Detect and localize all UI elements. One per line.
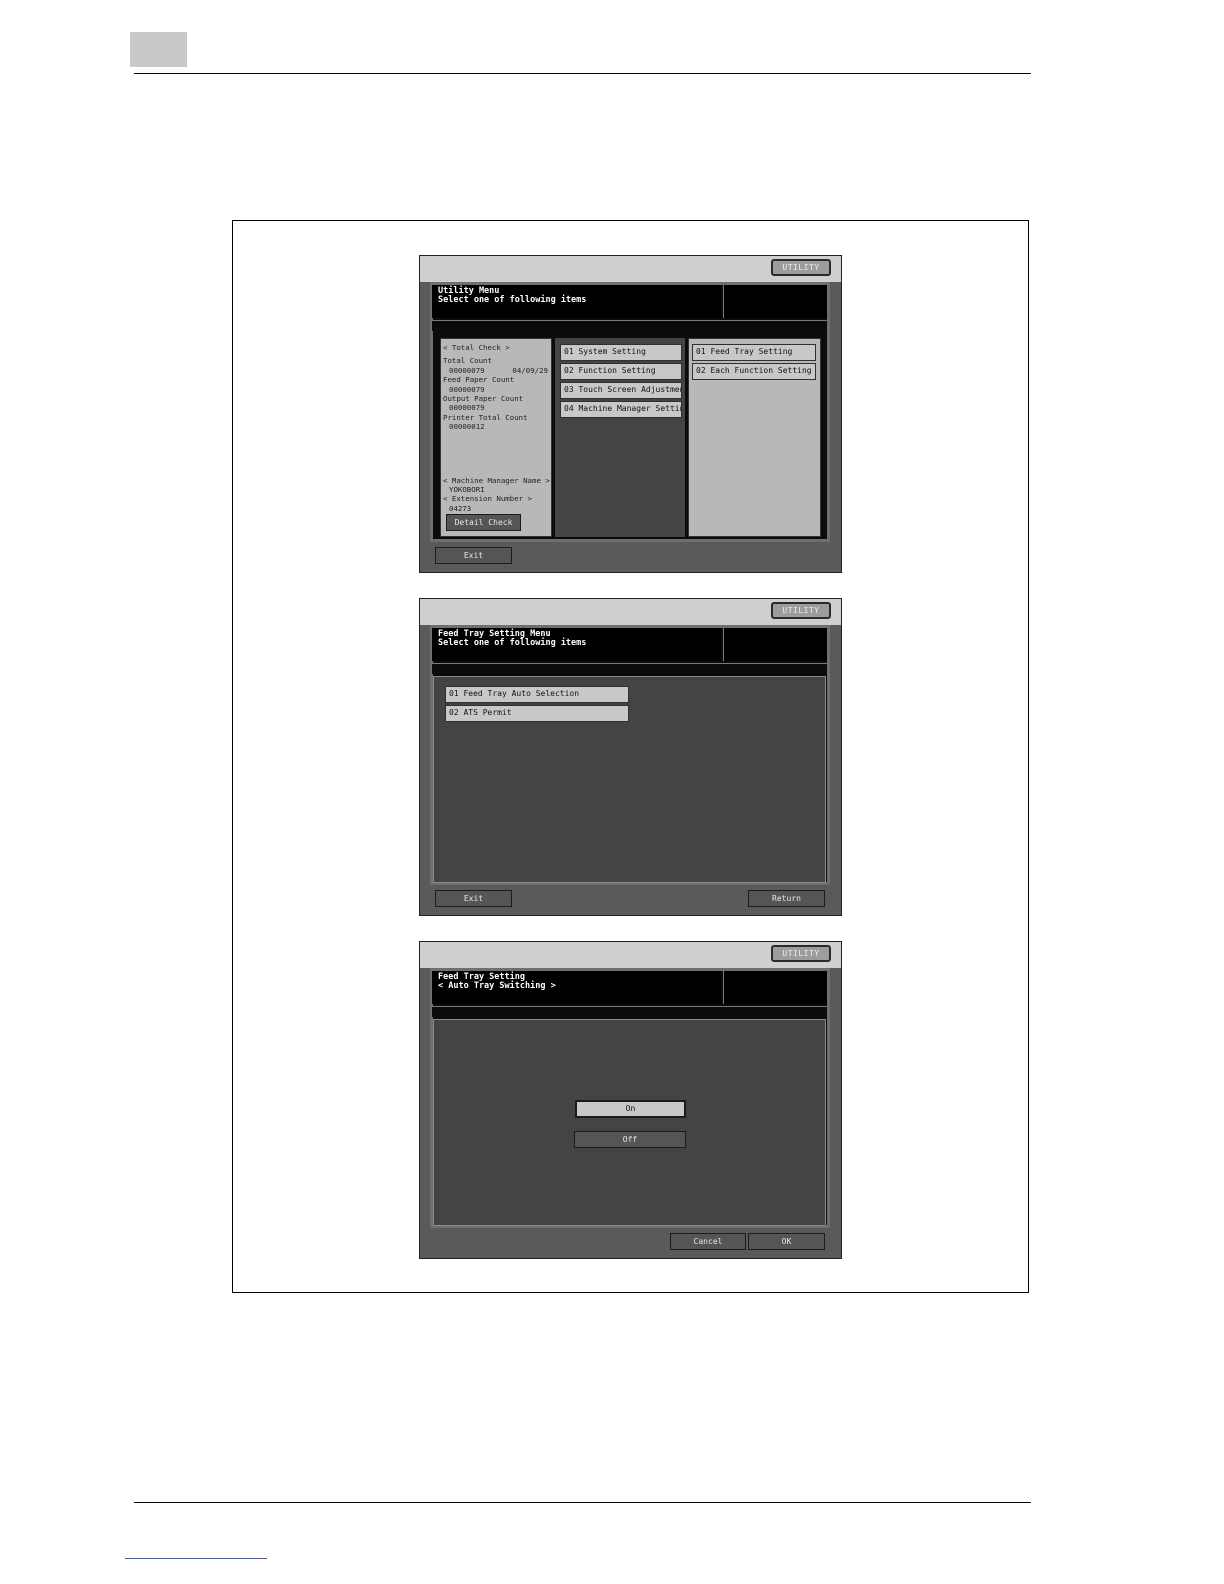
option-on-button[interactable]: On xyxy=(575,1100,686,1118)
title-line-2: Select one of following items xyxy=(438,638,587,648)
output-paper-count-value: 00000079 xyxy=(449,403,485,413)
message-band xyxy=(432,663,827,674)
count-date: 04/09/29 xyxy=(512,365,548,375)
total-count-label: Total Count xyxy=(443,356,492,366)
printer-total-count-value: 00000012 xyxy=(449,422,485,432)
feed-paper-count-value: 00000079 xyxy=(449,384,485,394)
title-corner-box xyxy=(723,285,827,318)
header-rule xyxy=(134,73,1031,74)
printer-total-count-label: Printer Total Count xyxy=(443,412,528,422)
cancel-button[interactable]: Cancel xyxy=(670,1233,746,1250)
detail-check-button[interactable]: Detail Check xyxy=(446,514,521,531)
menu-item-feed-tray-auto-selection[interactable]: 01 Feed Tray Auto Selection xyxy=(445,686,629,703)
title-corner-box xyxy=(723,628,827,661)
utility-button[interactable]: UTILITY xyxy=(771,602,831,619)
utility-button[interactable]: UTILITY xyxy=(771,259,831,276)
return-button[interactable]: Return xyxy=(748,890,825,907)
feed-tray-setting-menu-screen: UTILITY Feed Tray Setting Menu Select on… xyxy=(419,598,842,916)
ok-button[interactable]: OK xyxy=(748,1233,825,1250)
exit-button[interactable]: Exit xyxy=(435,547,512,564)
extension-number-label: < Extension Number > xyxy=(443,494,532,504)
content-area xyxy=(433,1019,826,1226)
submenu-item-feed-tray-setting[interactable]: 01 Feed Tray Setting xyxy=(692,344,816,361)
screen-title: Feed Tray Setting Menu Select one of fol… xyxy=(432,628,721,661)
message-band xyxy=(432,1006,827,1017)
footer-rule xyxy=(134,1502,1031,1503)
title-corner-box xyxy=(723,971,827,1004)
title-line-2: < Auto Tray Switching > xyxy=(438,981,556,991)
menu-item-ats-permit[interactable]: 02 ATS Permit xyxy=(445,705,629,722)
total-count-row: 00000079 04/09/29 xyxy=(443,366,549,375)
menu-item-machine-manager-setting[interactable]: 04 Machine Manager Setting xyxy=(560,401,682,418)
screen-title: Utility Menu Select one of following ite… xyxy=(432,285,721,318)
submenu-item-each-function-setting[interactable]: 02 Each Function Setting xyxy=(692,363,816,380)
footer-link-underline xyxy=(125,1558,267,1559)
utility-menu-screen: UTILITY Utility Menu Select one of follo… xyxy=(419,255,842,573)
machine-manager-name-label: < Machine Manager Name > xyxy=(443,475,550,485)
machine-manager-name-value: YOKOBORI xyxy=(449,485,485,495)
menu-item-touch-screen-adjustment[interactable]: 03 Touch Screen Adjustment xyxy=(560,382,682,399)
output-paper-count-label: Output Paper Count xyxy=(443,394,524,404)
option-off-button[interactable]: Off xyxy=(574,1131,686,1148)
utility-button[interactable]: UTILITY xyxy=(771,945,831,962)
screen-title: Feed Tray Setting < Auto Tray Switching … xyxy=(432,971,721,1004)
feed-paper-count-label: Feed Paper Count xyxy=(443,375,515,385)
extension-number-value: 04273 xyxy=(449,503,472,513)
exit-button[interactable]: Exit xyxy=(435,890,512,907)
auto-tray-switching-screen: UTILITY Feed Tray Setting < Auto Tray Sw… xyxy=(419,941,842,1259)
total-check-panel: < Total Check > Total Count 00000079 04/0… xyxy=(440,338,552,537)
menu-item-function-setting[interactable]: 02 Function Setting xyxy=(560,363,682,380)
total-count-value: 00000079 xyxy=(449,365,485,375)
page-number-tab xyxy=(130,32,187,67)
message-band xyxy=(432,320,827,331)
total-check-heading: < Total Check > xyxy=(443,343,510,352)
title-line-2: Select one of following items xyxy=(438,295,587,305)
menu-item-system-setting[interactable]: 01 System Setting xyxy=(560,344,682,361)
